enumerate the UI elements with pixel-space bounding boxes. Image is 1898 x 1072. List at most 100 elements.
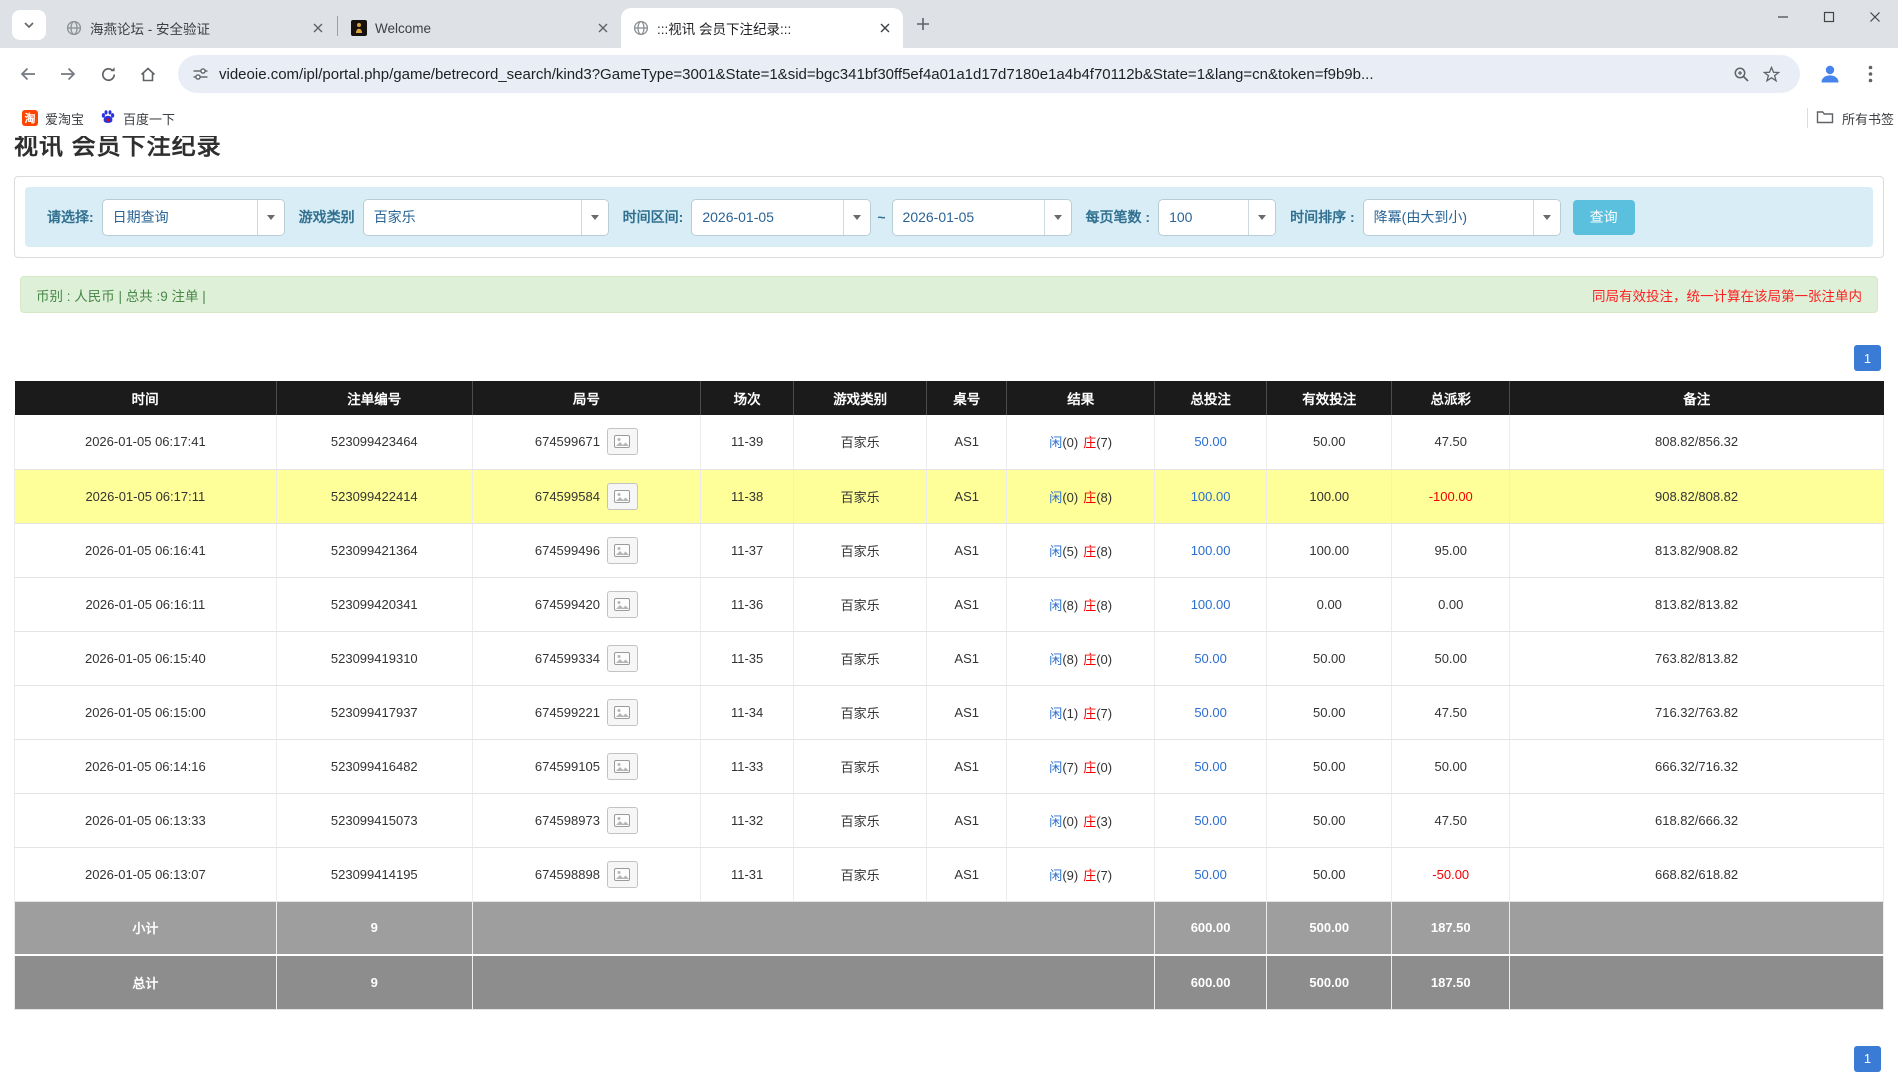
total-bet-link[interactable]: 50.00 — [1194, 705, 1227, 720]
col-time: 时间 — [15, 381, 277, 415]
tab-haiyan-forum[interactable]: 海燕论坛 - 安全验证 — [54, 8, 336, 48]
cell-table: AS1 — [927, 847, 1007, 901]
cell-payout: 47.50 — [1392, 685, 1510, 739]
replay-video-icon[interactable] — [607, 699, 638, 726]
subtotal-valid: 500.00 — [1267, 901, 1392, 955]
cell-bet-no: 523099416482 — [276, 739, 472, 793]
replay-video-icon[interactable] — [607, 591, 638, 618]
total-bet-link[interactable]: 50.00 — [1194, 867, 1227, 882]
new-tab-button[interactable] — [909, 12, 937, 40]
cell-total-bet: 50.00 — [1155, 415, 1267, 469]
total-remark — [1510, 955, 1884, 1009]
cell-result: 闲(8)庄(0) — [1007, 631, 1155, 685]
pagination-top: 1 — [17, 345, 1881, 371]
maximize-button[interactable] — [1806, 0, 1852, 34]
table-row: 2026-01-05 06:15:00 523099417937 6745992… — [15, 685, 1884, 739]
replay-video-icon[interactable] — [607, 428, 638, 455]
cell-session: 11-39 — [700, 415, 793, 469]
cell-session: 11-32 — [700, 793, 793, 847]
cell-game: 百家乐 — [794, 793, 927, 847]
total-valid: 500.00 — [1267, 955, 1392, 1009]
cell-session: 11-38 — [700, 469, 793, 523]
close-window-button[interactable] — [1852, 0, 1898, 34]
replay-video-icon[interactable] — [607, 861, 638, 888]
col-result: 结果 — [1007, 381, 1155, 415]
round-number: 674599671 — [535, 434, 600, 449]
page-1-button[interactable]: 1 — [1854, 1046, 1881, 1072]
cell-bet-no: 523099422414 — [276, 469, 472, 523]
page-size-select[interactable]: 100 — [1158, 199, 1276, 236]
total-bet-link[interactable]: 50.00 — [1194, 759, 1227, 774]
total-bet-link[interactable]: 100.00 — [1191, 489, 1231, 504]
cell-remark: 666.32/716.32 — [1510, 739, 1884, 793]
dropdown-arrow-icon[interactable] — [1044, 200, 1071, 235]
menu-kebab-icon[interactable] — [1852, 56, 1888, 92]
total-bet-link[interactable]: 50.00 — [1194, 651, 1227, 666]
cell-valid-bet: 50.00 — [1267, 685, 1392, 739]
total-bet: 600.00 — [1155, 955, 1267, 1009]
dropdown-arrow-icon[interactable] — [843, 200, 870, 235]
dropdown-arrow-icon[interactable] — [1248, 200, 1275, 235]
bookmark-baidu[interactable]: 百度一下 — [92, 105, 183, 132]
replay-video-icon[interactable] — [607, 645, 638, 672]
query-type-select[interactable]: 日期查询 — [102, 199, 285, 236]
cell-session: 11-34 — [700, 685, 793, 739]
folder-icon — [1816, 109, 1834, 128]
cell-bet-no: 523099419310 — [276, 631, 472, 685]
all-bookmarks-button[interactable]: 所有书签 — [1816, 109, 1894, 128]
date-to-select[interactable]: 2026-01-05 — [892, 199, 1072, 236]
address-bar[interactable]: videoie.com/ipl/portal.php/game/betrecor… — [178, 55, 1800, 93]
game-type-select[interactable]: 百家乐 — [363, 199, 609, 236]
time-sort-label: 时间排序 : — [1290, 207, 1355, 227]
cell-remark: 668.82/618.82 — [1510, 847, 1884, 901]
cell-bet-no: 523099420341 — [276, 577, 472, 631]
total-bet-link[interactable]: 100.00 — [1191, 543, 1231, 558]
zoom-page-icon[interactable] — [1726, 59, 1756, 89]
page-1-button[interactable]: 1 — [1854, 345, 1881, 371]
replay-video-icon[interactable] — [607, 753, 638, 780]
time-sort-select[interactable]: 降冪(由大到小) — [1363, 199, 1561, 236]
bookmark-star-icon[interactable] — [1756, 59, 1786, 89]
dropdown-arrow-icon[interactable] — [581, 200, 608, 235]
dropdown-arrow-icon[interactable] — [1533, 200, 1560, 235]
profile-avatar[interactable] — [1812, 56, 1848, 92]
cell-total-bet: 50.00 — [1155, 685, 1267, 739]
total-bet-link[interactable]: 50.00 — [1194, 813, 1227, 828]
round-number: 674599334 — [535, 651, 600, 666]
plus-icon — [916, 17, 930, 36]
back-button[interactable] — [10, 56, 46, 92]
tab-search-button[interactable] — [12, 10, 46, 40]
close-icon[interactable] — [308, 18, 328, 38]
cell-total-bet: 100.00 — [1155, 577, 1267, 631]
url-text[interactable]: videoie.com/ipl/portal.php/game/betrecor… — [219, 66, 1726, 83]
forward-button[interactable] — [50, 56, 86, 92]
reload-button[interactable] — [90, 56, 126, 92]
date-from-value: 2026-01-05 — [692, 200, 843, 235]
search-button[interactable]: 查询 — [1573, 200, 1635, 235]
page-title-clip: 视讯 会员下注纪录 — [14, 136, 1884, 163]
close-icon[interactable] — [875, 18, 895, 38]
minimize-button[interactable] — [1760, 0, 1806, 34]
home-button[interactable] — [130, 56, 166, 92]
cell-table: AS1 — [927, 685, 1007, 739]
player-result: 闲 — [1049, 435, 1062, 450]
date-from-select[interactable]: 2026-01-05 — [691, 199, 871, 236]
tab-welcome[interactable]: Welcome — [339, 8, 621, 48]
bookmark-taobao[interactable]: 淘 爱淘宝 — [14, 105, 92, 132]
cell-payout: -100.00 — [1392, 469, 1510, 523]
dropdown-arrow-icon[interactable] — [257, 200, 284, 235]
site-info-icon[interactable] — [192, 66, 209, 82]
replay-video-icon[interactable] — [607, 807, 638, 834]
total-bet-link[interactable]: 100.00 — [1191, 597, 1231, 612]
replay-video-icon[interactable] — [607, 537, 638, 564]
total-bet-link[interactable]: 50.00 — [1194, 434, 1227, 449]
cell-time: 2026-01-05 06:17:41 — [15, 415, 277, 469]
tab-bet-records[interactable]: :::视讯 会员下注纪录::: — [621, 8, 903, 48]
chevron-down-icon — [23, 16, 35, 34]
close-icon[interactable] — [593, 18, 613, 38]
cell-time: 2026-01-05 06:13:07 — [15, 847, 277, 901]
globe-icon — [633, 20, 649, 36]
table-row-highlighted: 2026-01-05 06:17:11 523099422414 6745995… — [15, 469, 1884, 523]
replay-video-icon[interactable] — [607, 483, 638, 510]
cell-bet-no: 523099423464 — [276, 415, 472, 469]
